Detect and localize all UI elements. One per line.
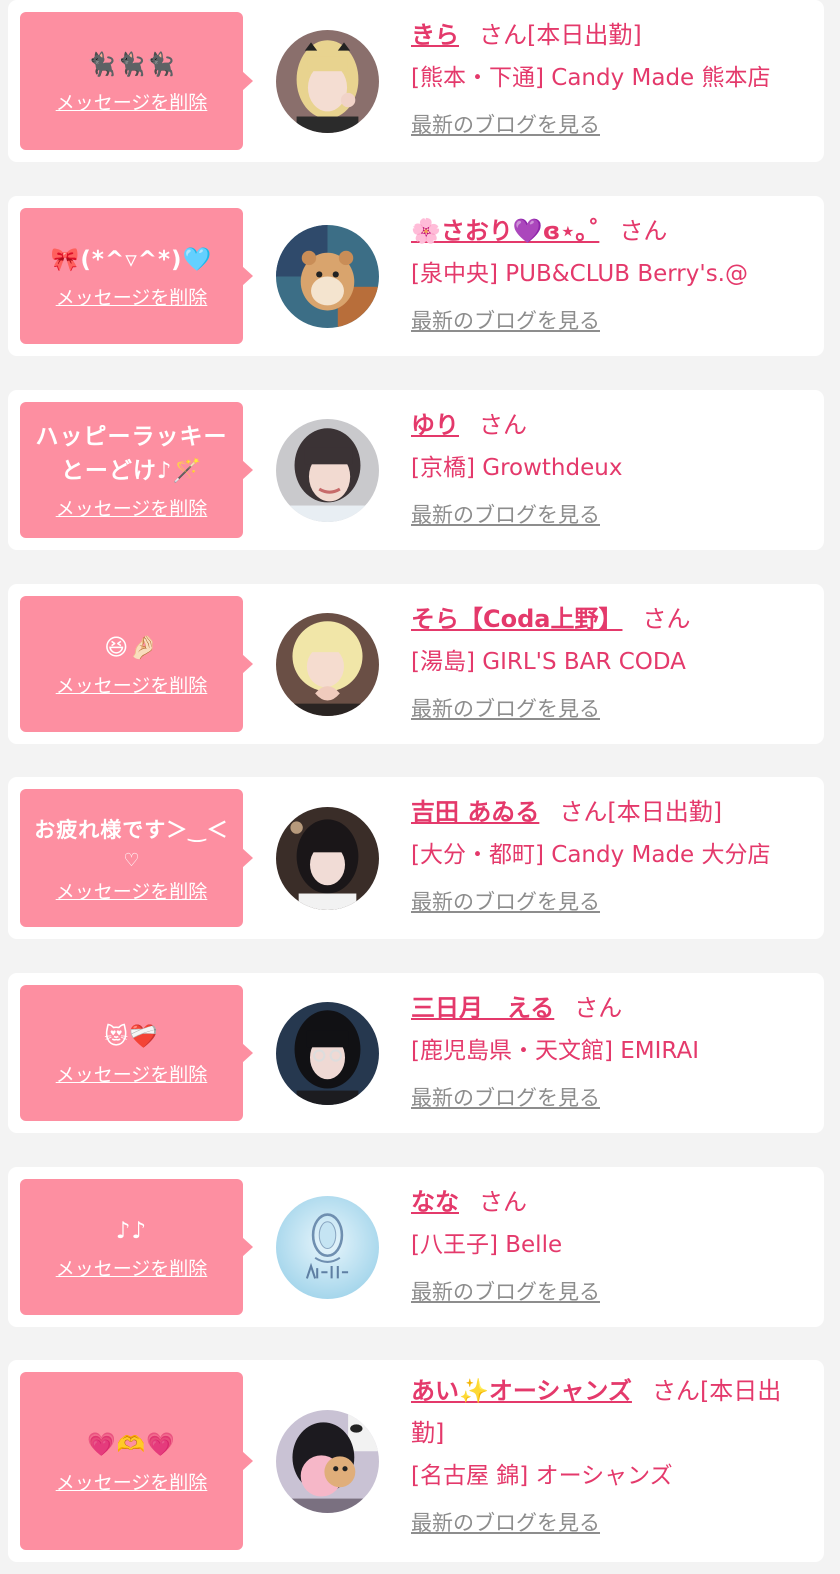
- delete-message-link[interactable]: メッセージを削除: [56, 494, 208, 521]
- name-line: 吉田 あゐる さん[本日出勤]: [411, 791, 812, 833]
- latest-blog-link[interactable]: 最新のブログを見る: [411, 500, 600, 530]
- name-line: 🌸さおり💜ɞ⋆｡˚ さん: [411, 210, 812, 252]
- message-text: ♪♪: [115, 1217, 148, 1244]
- cast-info: 吉田 あゐる さん[本日出勤] [大分・都町] Candy Made 大分店 最新…: [411, 791, 812, 917]
- delete-message-link[interactable]: メッセージを削除: [56, 1468, 208, 1495]
- latest-blog-link[interactable]: 最新のブログを見る: [411, 1508, 600, 1538]
- message-card: ハッピーラッキーとーどけ♪🪄 メッセージを削除 ゆり さん [京橋] Growth…: [8, 390, 824, 550]
- black-hair-glasses-photo-icon: [276, 1002, 379, 1105]
- honorific: さん: [559, 798, 608, 826]
- honorific: さん: [651, 1377, 700, 1405]
- cast-info: ゆり さん [京橋] Growthdeux 最新のブログを見る: [411, 404, 812, 530]
- message-bubble: 🐈‍⬛🐈‍⬛🐈‍⬛ メッセージを削除: [20, 12, 253, 150]
- cast-name-link[interactable]: きら: [411, 21, 459, 49]
- blonde-heart-hands-photo-icon: [276, 613, 379, 716]
- message-bubble: お疲れ様です＞‿＜ ♡ メッセージを削除: [20, 789, 253, 927]
- delete-message-link[interactable]: メッセージを削除: [56, 877, 208, 904]
- message-bubble: 😆🤌🏻 メッセージを削除: [20, 596, 253, 732]
- belle-logo-icon: [276, 1196, 379, 1299]
- honorific: さん: [642, 605, 691, 633]
- message-card: 😆🤌🏻 メッセージを削除 そら【Coda上野】 さん [湯島] GIRL'S BA…: [8, 584, 824, 744]
- shop-name: [熊本・下通] Candy Made 熊本店: [411, 65, 771, 91]
- girl-selfie-photo-icon: [276, 419, 379, 522]
- message-text: 🎀(*^▿^*)🩵: [50, 246, 213, 273]
- latest-blog-link[interactable]: 最新のブログを見る: [411, 110, 600, 140]
- delete-message-link[interactable]: メッセージを削除: [56, 1254, 208, 1281]
- cast-name-link[interactable]: あい✨オーシャンズ: [411, 1377, 632, 1405]
- latest-blog-link[interactable]: 最新のブログを見る: [411, 887, 600, 917]
- message-bubble: 🎀(*^▿^*)🩵 メッセージを削除: [20, 208, 253, 344]
- message-card: 🐈‍⬛🐈‍⬛🐈‍⬛ メッセージを削除 きら さん[本日出勤] [熊本・下通] Ca…: [8, 0, 824, 162]
- message-text: 😆🤌🏻: [104, 634, 159, 661]
- message-bubble: ♪♪ メッセージを削除: [20, 1179, 253, 1315]
- avatar[interactable]: [276, 30, 379, 133]
- cast-info: 🌸さおり💜ɞ⋆｡˚ さん [泉中央] PUB&CLUB Berry's.@ 最新の…: [411, 210, 812, 336]
- name-line: 三日月 える さん: [411, 987, 812, 1029]
- honorific: さん: [574, 994, 623, 1022]
- delete-message-link[interactable]: メッセージを削除: [56, 283, 208, 310]
- cast-info: そら【Coda上野】 さん [湯島] GIRL'S BAR CODA 最新のブログ…: [411, 598, 812, 724]
- cast-name-link[interactable]: 三日月 える: [411, 994, 554, 1022]
- message-card: 🎀(*^▿^*)🩵 メッセージを削除 🌸さおり💜ɞ⋆｡˚ さん [泉中央] PUB…: [8, 196, 824, 356]
- avatar[interactable]: [276, 807, 379, 910]
- delete-message-link[interactable]: メッセージを削除: [56, 1060, 208, 1087]
- status-text: [本日出勤]: [527, 21, 642, 49]
- blonde-girl-photo-icon: [276, 30, 379, 133]
- avatar[interactable]: [276, 225, 379, 328]
- cast-name-link[interactable]: ゆり: [411, 411, 459, 439]
- latest-blog-link[interactable]: 最新のブログを見る: [411, 306, 600, 336]
- cast-info: あい✨オーシャンズ さん[本日出勤] [名古屋 錦] オーシャンズ 最新のブログを…: [411, 1370, 812, 1538]
- message-text: ハッピーラッキーとーどけ♪🪄: [35, 423, 228, 484]
- honorific: さん: [479, 21, 527, 49]
- shop-name: [泉中央] PUB&CLUB Berry's.@: [411, 261, 748, 287]
- shop-name: [八王子] Belle: [411, 1232, 563, 1258]
- cast-name-link[interactable]: なな: [411, 1188, 459, 1216]
- cast-name-link[interactable]: そら【Coda上野】: [411, 605, 622, 633]
- honorific: さん: [619, 217, 668, 245]
- message-card: 💗🫶💗 メッセージを削除 あい✨オーシャンズ さん[本日出勤] [名古屋 錦] オ…: [8, 1360, 824, 1562]
- girl-with-sticker-photo-icon: [276, 1410, 379, 1513]
- status-text: [本日出勤]: [607, 798, 723, 826]
- avatar[interactable]: [276, 613, 379, 716]
- avatar[interactable]: [276, 419, 379, 522]
- shop-name: [鹿児島県・天文館] EMIRAI: [411, 1038, 699, 1064]
- dark-hair-girl-photo-icon: [276, 807, 379, 910]
- message-text: 💗🫶💗: [87, 1431, 176, 1458]
- message-card: ♪♪ メッセージを削除 なな さん [八王子] Belle 最新のブログを見る: [8, 1167, 824, 1327]
- shop-name: [名古屋 錦] オーシャンズ: [411, 1463, 673, 1489]
- name-line: きら さん[本日出勤]: [411, 14, 812, 56]
- name-line: なな さん: [411, 1181, 812, 1223]
- message-text: お疲れ様です＞‿＜: [34, 817, 229, 842]
- name-line: そら【Coda上野】 さん: [411, 598, 812, 640]
- message-text: 🐈‍⬛🐈‍⬛🐈‍⬛: [87, 51, 176, 78]
- delete-message-link[interactable]: メッセージを削除: [56, 88, 208, 115]
- cast-name-link[interactable]: 🌸さおり💜ɞ⋆｡˚: [411, 217, 599, 245]
- cast-name-link[interactable]: 吉田 あゐる: [411, 798, 539, 826]
- name-line: ゆり さん: [411, 404, 812, 446]
- avatar[interactable]: [276, 1196, 379, 1299]
- shop-name: [湯島] GIRL'S BAR CODA: [411, 649, 686, 675]
- message-extra: ♡: [123, 849, 140, 871]
- message-card: 😻❤️‍🩹 メッセージを削除 三日月 える さん [鹿児島県・天文館] EMIRA…: [8, 973, 824, 1133]
- shop-name: [京橋] Growthdeux: [411, 455, 623, 481]
- avatar[interactable]: [276, 1410, 379, 1513]
- avatar[interactable]: [276, 1002, 379, 1105]
- message-bubble: 😻❤️‍🩹 メッセージを削除: [20, 985, 253, 1121]
- cast-info: 三日月 える さん [鹿児島県・天文館] EMIRAI 最新のブログを見る: [411, 987, 812, 1113]
- message-bubble: 💗🫶💗 メッセージを削除: [20, 1372, 253, 1550]
- shop-name: [大分・都町] Candy Made 大分店: [411, 842, 771, 868]
- cast-info: きら さん[本日出勤] [熊本・下通] Candy Made 熊本店 最新のブログ…: [411, 14, 812, 140]
- cast-info: なな さん [八王子] Belle 最新のブログを見る: [411, 1181, 812, 1307]
- message-card: お疲れ様です＞‿＜ ♡ メッセージを削除 吉田 あゐる さん[本日出勤] [大分・…: [8, 777, 824, 939]
- latest-blog-link[interactable]: 最新のブログを見る: [411, 1277, 600, 1307]
- honorific: さん: [479, 1188, 527, 1216]
- latest-blog-link[interactable]: 最新のブログを見る: [411, 694, 600, 724]
- hamster-plush-photo-icon: [276, 225, 379, 328]
- latest-blog-link[interactable]: 最新のブログを見る: [411, 1083, 600, 1113]
- honorific: さん: [479, 411, 527, 439]
- message-bubble: ハッピーラッキーとーどけ♪🪄 メッセージを削除: [20, 402, 253, 538]
- delete-message-link[interactable]: メッセージを削除: [56, 671, 208, 698]
- message-text: 😻❤️‍🩹: [104, 1023, 159, 1050]
- name-line: あい✨オーシャンズ さん[本日出勤]: [411, 1370, 812, 1454]
